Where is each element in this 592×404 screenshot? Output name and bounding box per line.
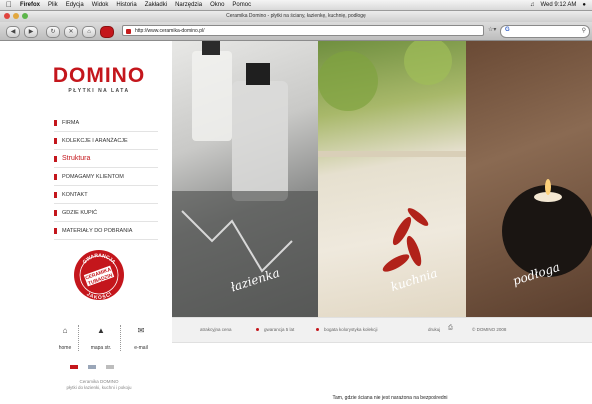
copyright: © DOMINO 2008 [472,327,507,332]
menu-item-gdzie-kupic[interactable]: GDZIE KUPIĆ [54,204,158,222]
menu-item-kolekcje[interactable]: KOLEKCJE I ARANŻACJE [54,132,158,150]
menu-edit[interactable]: Edycja [66,0,84,10]
back-button[interactable]: ◀ [6,26,20,38]
menu-item-struktura[interactable]: Struktura [54,150,158,168]
flag-pl-icon[interactable] [70,365,78,369]
divider [78,325,80,351]
stop-icon: ✕ [68,29,74,35]
google-icon: G [505,27,510,33]
stop-button[interactable]: ✕ [64,26,78,38]
flag-en-icon[interactable] [88,365,96,369]
mac-menubar:  Firefox Plik Edycja Widok Historia Zak… [0,0,592,11]
menu-file[interactable]: Plik [48,0,58,10]
photo-kitchen[interactable]: kuchnia [318,41,466,317]
bullet [256,328,259,331]
menu-help[interactable]: Pomoc [232,0,251,10]
window-controls [4,13,28,19]
menu-item-kontakt[interactable]: KONTAKT [54,186,158,204]
photo-floor[interactable]: podłoga [466,41,592,317]
language-switcher [70,365,114,369]
printer-icon[interactable]: ⎙ [448,325,453,332]
menu-view[interactable]: Widok [92,0,109,10]
footer-line2: płytki do łazienki, kuchni i pokoju [66,385,132,390]
site-favicon[interactable] [100,26,114,38]
utility-nav: ⌂ home ▲ mapa str. ✉ e-mail [50,325,162,355]
flag-de-icon[interactable] [106,365,114,369]
divider [120,325,122,351]
address-url: http://www.ceramika-domino.pl/ [135,28,205,34]
envelope-icon: ✉ [137,326,145,335]
menu-item-firma[interactable]: FIRMA [54,114,158,132]
forward-button[interactable]: ▶ [24,26,38,38]
quality-guarantee-badge[interactable]: GWARANCJA JAKOŚCI CERAMIKA TUBĄDZIN [73,249,125,301]
logo-tagline: PŁYTKI NA LATA [68,88,130,94]
feature-price: atrakcyjna cena [200,327,232,332]
print-link[interactable]: drukuj [428,327,440,332]
home-button[interactable]: ⌂ [82,26,96,38]
bullet [316,328,319,331]
chili-peppers-image [318,41,466,272]
window-titlebar: Ceramika Domino - płytki na ściany, łazi… [0,11,592,22]
bookmark-star-icon[interactable]: ☆▾ [488,26,496,33]
menu-item-materialy[interactable]: MATERIAŁY DO POBRANIA [54,222,158,240]
url-favicon [126,29,131,34]
web-page: DOMINO PŁYTKI NA LATA FIRMA KOLEKCJE I A… [0,41,592,404]
menu-history[interactable]: Historia [116,0,136,10]
menu-tools[interactable]: Narzędzia [175,0,202,10]
home-label: home [58,345,72,351]
search-box[interactable]: G ⚲ [500,25,590,38]
forward-arrow-icon: ▶ [28,29,34,35]
apple-icon[interactable]:  [6,0,12,10]
status-tooltip: Tam, gdzie ściana nie jest narażona na b… [300,394,480,403]
search-icon[interactable]: ⚲ [582,27,586,34]
back-arrow-icon: ◀ [10,29,16,35]
zoom-window-button[interactable] [22,13,28,19]
volume-icon[interactable]: ♫ [530,0,535,10]
feature-bar: atrakcyjna cena gwarancja 5 lat bogata k… [172,317,592,343]
reload-button[interactable]: ↻ [46,26,60,38]
minimize-window-button[interactable] [13,13,19,19]
main-menu: FIRMA KOLEKCJE I ARANŻACJE Struktura POM… [54,114,158,240]
sidebar: DOMINO PŁYTKI NA LATA FIRMA KOLEKCJE I A… [0,41,172,404]
photo-bathroom[interactable]: łazienka [172,41,318,317]
menu-item-pomagamy[interactable]: POMAGAMY KLIENTOM [54,168,158,186]
address-bar[interactable]: http://www.ceramika-domino.pl/ [122,25,484,36]
feature-warranty: gwarancja 5 lat [264,327,295,332]
sitemap-link[interactable]: ▲ mapa str. [86,325,116,351]
user-icon[interactable]: ● [582,0,586,10]
email-label: e-mail [134,345,148,351]
window-title: Ceramika Domino - płytki na ściany, łazi… [226,13,366,19]
sitemap-icon: ▲ [97,326,105,335]
home-icon: ⌂ [62,326,68,335]
home-icon: ⌂ [87,29,91,35]
browser-toolbar: ◀ ▶ ↻ ✕ ⌂ http://www.ceramika-domino.pl/… [0,22,592,41]
menu-firefox[interactable]: Firefox [20,0,40,10]
email-link[interactable]: ✉ e-mail [126,325,156,351]
menubar-items: Firefox Plik Edycja Widok Historia Zakła… [20,0,251,10]
sitemap-label: mapa str. [90,345,112,351]
home-link[interactable]: ⌂ home [50,325,80,351]
domino-logo[interactable]: DOMINO PŁYTKI NA LATA [44,64,154,95]
menu-bookmarks[interactable]: Zakładki [145,0,167,10]
clock[interactable]: Wed 9:12 AM [540,0,576,10]
reload-icon: ↻ [50,29,56,35]
menu-window[interactable]: Okno [210,0,224,10]
sidebar-footer: Ceramika DOMINO płytki do łazienki, kuch… [44,379,154,391]
logo-wordmark: DOMINO [52,64,146,87]
menubar-status: ♫ Wed 9:12 AM ● [530,0,586,10]
feature-colors: bogata kolorystyka kolekcji [324,327,378,332]
close-window-button[interactable] [4,13,10,19]
